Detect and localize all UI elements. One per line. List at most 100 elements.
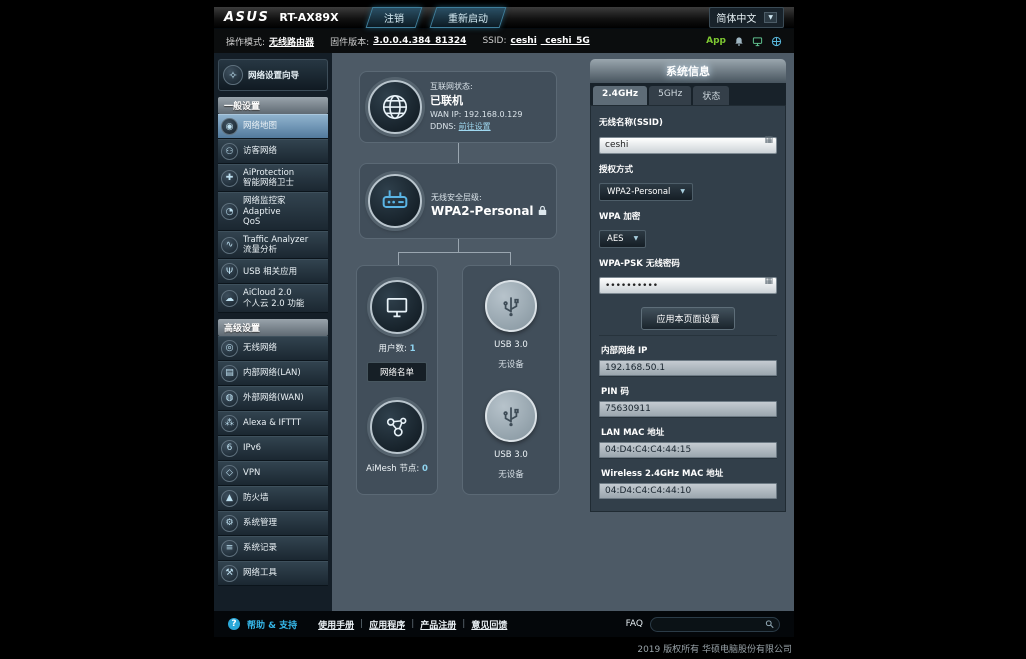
firewall-icon: ▲ bbox=[221, 490, 238, 507]
sidebar-item-ipv6[interactable]: 6 IPv6 bbox=[218, 436, 328, 461]
ddns-label: DDNS: bbox=[430, 122, 456, 131]
sidebar-item-guest-network[interactable]: ⚇ 访客网络 bbox=[218, 139, 328, 164]
logout-button[interactable]: 注销 bbox=[365, 7, 422, 28]
help-support-link[interactable]: 帮助 & 支持 bbox=[247, 618, 297, 631]
sidebar-item-quick-setup[interactable]: ✧ 网络设置向导 bbox=[218, 59, 328, 91]
wpa-encryption-dropdown[interactable]: AES ▼ bbox=[599, 230, 646, 248]
router-security-card[interactable]: 无线安全层级: WPA2-Personal bbox=[359, 163, 557, 239]
log-icon: ≡ bbox=[221, 540, 238, 557]
sidebar-item-firewall[interactable]: ▲ 防火墙 bbox=[218, 486, 328, 511]
advanced-settings-header: 高级设置 bbox=[218, 319, 328, 336]
op-mode-link[interactable]: 无线路由器 bbox=[269, 35, 314, 48]
aimesh-count-text: AiMesh 节点: 0 bbox=[366, 462, 428, 474]
sidebar-item-wireless[interactable]: ◎ 无线网络 bbox=[218, 336, 328, 361]
product-registration-link[interactable]: 产品注册 bbox=[420, 618, 456, 631]
usb-card: USB 3.0 无设备 USB 3.0 无设备 bbox=[462, 265, 560, 495]
security-level-label: 无线安全层级: bbox=[431, 193, 482, 202]
sidebar-item-lan[interactable]: ▤ 内部网络(LAN) bbox=[218, 361, 328, 386]
feedback-link[interactable]: 意见回馈 bbox=[471, 618, 507, 631]
usb2-icon[interactable] bbox=[485, 390, 537, 442]
firmware-link[interactable]: 3.0.0.4.384_81324 bbox=[373, 36, 466, 46]
lock-icon bbox=[538, 205, 547, 216]
usb-icon: Ψ bbox=[221, 263, 238, 280]
language-selector[interactable]: 简体中文 ▼ bbox=[709, 7, 784, 28]
firmware-label: 固件版本: bbox=[330, 35, 369, 48]
sidebar-item-usb-apps[interactable]: Ψ USB 相关应用 bbox=[218, 259, 328, 284]
psk-input[interactable] bbox=[599, 277, 777, 294]
sidebar-item-network-tools[interactable]: ⚒ 网络工具 bbox=[218, 561, 328, 586]
auth-method-dropdown[interactable]: WPA2-Personal ▼ bbox=[599, 183, 693, 201]
model-name: RT-AX89X bbox=[279, 11, 338, 24]
sidebar-item-aicloud[interactable]: ☁ AiCloud 2.0 个人云 2.0 功能 bbox=[218, 284, 328, 312]
usb1-status: 无设备 bbox=[498, 358, 524, 370]
lan-icon: ▤ bbox=[221, 365, 238, 382]
sidebar-item-network-map[interactable]: ◉ 网络地图 bbox=[218, 114, 328, 139]
clients-count-text: 用户数: 1 bbox=[379, 342, 416, 354]
sidebar-item-adaptive-qos[interactable]: ◔ 网络监控家 Adaptive QoS bbox=[218, 192, 328, 231]
client-monitor-icon[interactable] bbox=[370, 280, 424, 334]
sidebar-item-traffic-analyzer[interactable]: ∿ Traffic Analyzer 流量分析 bbox=[218, 231, 328, 259]
ssid-field-label: 无线名称(SSID) bbox=[599, 116, 777, 128]
lan-mac-label: LAN MAC 地址 bbox=[599, 417, 777, 442]
guest-network-icon: ⚇ bbox=[221, 143, 238, 160]
main-area: ✧ 网络设置向导 一般设置 ◉ 网络地图 ⚇ 访客网络 ✚ AiProtecti… bbox=[214, 53, 794, 611]
ipv6-icon: 6 bbox=[221, 440, 238, 457]
wpa-field-label: WPA 加密 bbox=[599, 210, 777, 222]
security-level-value: WPA2-Personal bbox=[431, 204, 547, 218]
tab-5ghz[interactable]: 5GHz bbox=[649, 86, 691, 105]
client-list-button[interactable]: 网络名单 bbox=[367, 362, 427, 382]
ddns-setup-link[interactable]: 前往设置 bbox=[459, 122, 491, 131]
help-icon[interactable]: ? bbox=[228, 618, 240, 630]
ssid-24-link[interactable]: ceshi bbox=[510, 36, 536, 46]
sidebar-item-alexa-ifttt[interactable]: ⁂ Alexa & IFTTT bbox=[218, 411, 328, 436]
lan-ip-value: 192.168.50.1 bbox=[599, 360, 777, 376]
footer-bar: ? 帮助 & 支持 使用手册 | 应用程序 | 产品注册 | 意见回馈 FAQ bbox=[214, 611, 794, 637]
system-info-panel: 系统信息 2.4GHz 5GHz 状态 无线名称(SSID) ▦ 授权方式 WP… bbox=[590, 59, 786, 512]
reboot-button[interactable]: 重新启动 bbox=[429, 7, 506, 28]
faq-search-input[interactable] bbox=[656, 619, 761, 630]
security-text: 无线安全层级: WPA2-Personal bbox=[431, 185, 547, 218]
internet-status-value: 已联机 bbox=[430, 94, 463, 107]
ssid-input[interactable] bbox=[599, 137, 777, 154]
manual-link[interactable]: 使用手册 bbox=[318, 618, 354, 631]
app-link[interactable]: App bbox=[706, 36, 726, 46]
internet-status-card[interactable]: 互联网状态: 已联机 WAN IP: 192.168.0.129 DDNS: 前… bbox=[359, 71, 557, 143]
wired-clients-icon[interactable] bbox=[752, 36, 763, 47]
router-icon bbox=[368, 174, 422, 228]
aimesh-icon[interactable] bbox=[370, 400, 424, 454]
internet-globe-icon[interactable] bbox=[771, 36, 782, 47]
keyboard-icon[interactable]: ▦ bbox=[764, 276, 773, 286]
utility-link[interactable]: 应用程序 bbox=[369, 618, 405, 631]
psk-field-wrap: ▦ bbox=[599, 273, 777, 295]
statusbar-icons: App bbox=[706, 36, 782, 47]
sidebar-item-administration[interactable]: ⚙ 系统管理 bbox=[218, 511, 328, 536]
internet-status-label: 互联网状态: bbox=[430, 82, 473, 91]
top-bar: ASUS RT-AX89X 注销 重新启动 简体中文 ▼ bbox=[214, 7, 794, 29]
sidebar-item-label: 网络设置向导 bbox=[248, 69, 299, 81]
traffic-chart-icon: ∿ bbox=[221, 237, 238, 254]
search-icon[interactable] bbox=[765, 619, 774, 629]
apply-button[interactable]: 应用本页面设置 bbox=[641, 307, 734, 330]
setup-wizard-icon: ✧ bbox=[223, 65, 243, 85]
wan-ip-label: WAN IP: bbox=[430, 110, 461, 119]
copyright-text: 2019 版权所有 华硕电脑股份有限公司 bbox=[214, 637, 794, 655]
sidebar-item-aiprotection[interactable]: ✚ AiProtection 智能网络卫士 bbox=[218, 164, 328, 192]
chevron-down-icon: ▼ bbox=[680, 188, 685, 195]
gauge-icon: ◔ bbox=[221, 203, 238, 220]
vpn-icon: ◇ bbox=[221, 465, 238, 482]
tab-status[interactable]: 状态 bbox=[693, 86, 729, 105]
usb2-label: USB 3.0 bbox=[494, 450, 528, 460]
usb1-icon[interactable] bbox=[485, 280, 537, 332]
sidebar-item-vpn[interactable]: ◇ VPN bbox=[218, 461, 328, 486]
clients-card: 用户数: 1 网络名单 AiMesh 节点: 0 bbox=[356, 265, 438, 495]
tab-24ghz[interactable]: 2.4GHz bbox=[593, 86, 647, 105]
sidebar-item-wan[interactable]: ◍ 外部网络(WAN) bbox=[218, 386, 328, 411]
gear-icon: ⚙ bbox=[221, 515, 238, 532]
wan-ip-value: 192.168.0.129 bbox=[464, 110, 523, 119]
internet-status-text: 互联网状态: 已联机 WAN IP: 192.168.0.129 DDNS: 前… bbox=[430, 81, 522, 134]
notification-bell-icon[interactable] bbox=[734, 36, 744, 47]
sidebar-item-system-log[interactable]: ≡ 系统记录 bbox=[218, 536, 328, 561]
keyboard-icon[interactable]: ▦ bbox=[764, 135, 773, 145]
connector-line bbox=[458, 143, 459, 163]
ssid-5g-link[interactable]: _ceshi_5G bbox=[541, 36, 590, 46]
